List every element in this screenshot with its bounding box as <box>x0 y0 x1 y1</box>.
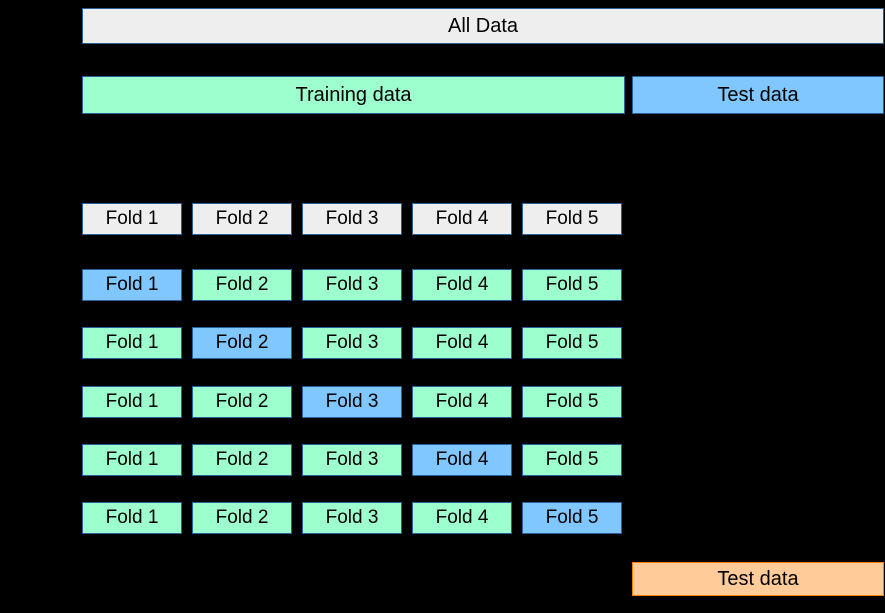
split1-fold2: Fold 2 <box>192 269 292 301</box>
test-data-top-box: Test data <box>632 76 884 114</box>
split5-fold2: Fold 2 <box>192 502 292 534</box>
fold-header-4: Fold 4 <box>412 203 512 235</box>
split1-fold3: Fold 3 <box>302 269 402 301</box>
split1-fold5: Fold 5 <box>522 269 622 301</box>
split3-fold3: Fold 3 <box>302 386 402 418</box>
split1-fold1: Fold 1 <box>82 269 182 301</box>
test-data-bottom-box: Test data <box>632 562 884 596</box>
fold-header-3: Fold 3 <box>302 203 402 235</box>
fold-header-2: Fold 2 <box>192 203 292 235</box>
split5-fold3: Fold 3 <box>302 502 402 534</box>
split3-fold2: Fold 2 <box>192 386 292 418</box>
split4-fold3: Fold 3 <box>302 444 402 476</box>
split4-fold4: Fold 4 <box>412 444 512 476</box>
split2-fold1: Fold 1 <box>82 327 182 359</box>
fold-header-1: Fold 1 <box>82 203 182 235</box>
split5-fold5: Fold 5 <box>522 502 622 534</box>
split2-fold3: Fold 3 <box>302 327 402 359</box>
split3-fold5: Fold 5 <box>522 386 622 418</box>
split2-fold4: Fold 4 <box>412 327 512 359</box>
fold-header-5: Fold 5 <box>522 203 622 235</box>
split3-fold4: Fold 4 <box>412 386 512 418</box>
split5-fold1: Fold 1 <box>82 502 182 534</box>
split4-fold1: Fold 1 <box>82 444 182 476</box>
split2-fold5: Fold 5 <box>522 327 622 359</box>
split1-fold4: Fold 4 <box>412 269 512 301</box>
all-data-box: All Data <box>82 8 884 44</box>
split4-fold5: Fold 5 <box>522 444 622 476</box>
split3-fold1: Fold 1 <box>82 386 182 418</box>
training-data-box: Training data <box>82 76 625 114</box>
split4-fold2: Fold 2 <box>192 444 292 476</box>
split5-fold4: Fold 4 <box>412 502 512 534</box>
split2-fold2: Fold 2 <box>192 327 292 359</box>
